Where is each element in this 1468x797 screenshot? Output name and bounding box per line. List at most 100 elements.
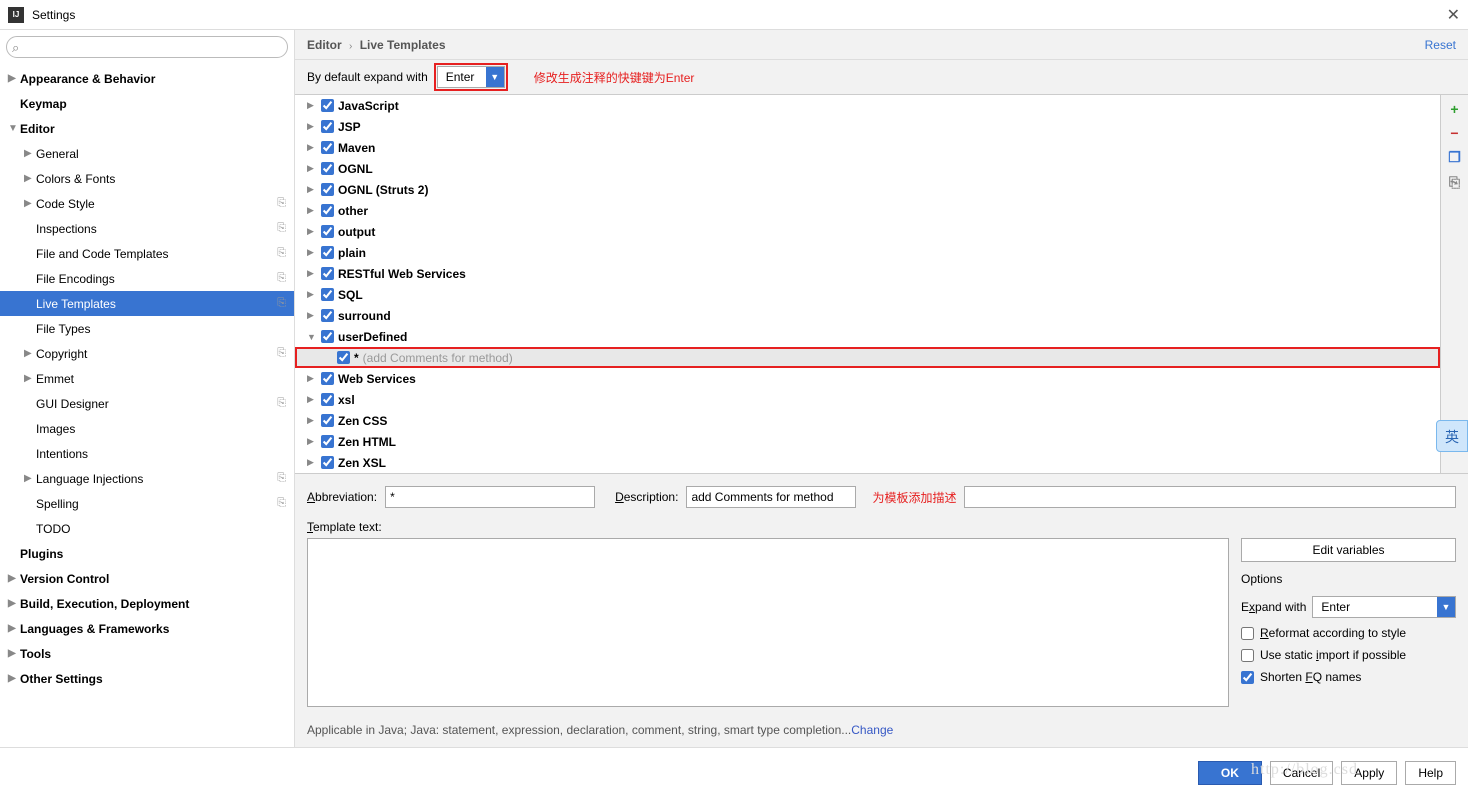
template-label: other (338, 204, 368, 218)
sidebar-item-inspections[interactable]: Inspections⎘ (0, 216, 294, 241)
template-checkbox[interactable] (321, 414, 334, 427)
template-checkbox[interactable] (321, 162, 334, 175)
sidebar-item-appearance-behavior[interactable]: ▶Appearance & Behavior (0, 66, 294, 91)
template-left (307, 538, 1229, 707)
template-checkbox[interactable] (321, 330, 334, 343)
template-checkbox[interactable] (321, 141, 334, 154)
chevron-icon: ▶ (307, 289, 317, 300)
expand-select[interactable]: Enter ▼ (437, 66, 505, 88)
sidebar-item-label: Inspections (36, 222, 97, 236)
crumb-editor[interactable]: Editor (307, 38, 342, 52)
sidebar-item-general[interactable]: ▶General (0, 141, 294, 166)
template-text-input[interactable] (307, 538, 1229, 707)
sidebar-item-emmet[interactable]: ▶Emmet (0, 366, 294, 391)
change-link[interactable]: Change (851, 723, 893, 737)
cancel-button[interactable]: Cancel (1270, 761, 1333, 785)
sidebar-item-file-and-code-templates[interactable]: File and Code Templates⎘ (0, 241, 294, 266)
chevron-icon: ▶ (307, 100, 317, 111)
edit-variables-button[interactable]: Edit variables (1241, 538, 1456, 562)
template-checkbox[interactable] (321, 267, 334, 280)
abbreviation-input[interactable] (385, 486, 595, 508)
template-item--[interactable]: * (add Comments for method) (295, 347, 1440, 368)
template-checkbox[interactable] (321, 120, 334, 133)
sidebar-item-other-settings[interactable]: ▶Other Settings (0, 666, 294, 691)
template-checkbox[interactable] (321, 204, 334, 217)
reset-link[interactable]: Reset (1425, 38, 1456, 52)
sidebar-item-spelling[interactable]: Spelling⎘ (0, 491, 294, 516)
template-item-ognl[interactable]: ▶OGNL (295, 158, 1440, 179)
template-checkbox[interactable] (337, 351, 350, 364)
template-item-web-services[interactable]: ▶Web Services (295, 368, 1440, 389)
sidebar-item-label: Editor (20, 122, 55, 136)
sidebar: ⌕ ▶Appearance & BehaviorKeymap▼Editor▶Ge… (0, 30, 295, 747)
reformat-checkbox[interactable] (1241, 627, 1254, 640)
sidebar-item-file-types[interactable]: File Types (0, 316, 294, 341)
sidebar-item-live-templates[interactable]: Live Templates⎘ (0, 291, 294, 316)
expand-row: By default expand with Enter ▼ 修改生成注释的快键… (295, 60, 1468, 94)
chevron-icon: ▶ (307, 268, 317, 279)
template-item-sql[interactable]: ▶SQL (295, 284, 1440, 305)
search-input[interactable] (6, 36, 288, 58)
template-checkbox[interactable] (321, 435, 334, 448)
template-item-surround[interactable]: ▶surround (295, 305, 1440, 326)
template-text-label-row: Template text: (295, 520, 1468, 538)
sidebar-item-file-encodings[interactable]: File Encodings⎘ (0, 266, 294, 291)
template-checkbox[interactable] (321, 99, 334, 112)
copy-icon[interactable]: ❐ (1448, 149, 1461, 166)
export-icon[interactable]: ⎘ (1449, 174, 1460, 191)
template-item-ognl-struts-2-[interactable]: ▶OGNL (Struts 2) (295, 179, 1440, 200)
template-label: Zen HTML (338, 435, 396, 449)
template-checkbox[interactable] (321, 456, 334, 469)
sidebar-item-build-execution-deployment[interactable]: ▶Build, Execution, Deployment (0, 591, 294, 616)
template-item-zen-xsl[interactable]: ▶Zen XSL (295, 452, 1440, 473)
sidebar-item-languages-frameworks[interactable]: ▶Languages & Frameworks (0, 616, 294, 641)
sidebar-item-intentions[interactable]: Intentions (0, 441, 294, 466)
apply-button[interactable]: Apply (1341, 761, 1397, 785)
add-icon[interactable]: + (1450, 101, 1458, 117)
ime-badge[interactable]: 英 (1436, 420, 1468, 452)
remove-icon[interactable]: − (1450, 125, 1458, 141)
template-item-zen-css[interactable]: ▶Zen CSS (295, 410, 1440, 431)
template-item-plain[interactable]: ▶plain (295, 242, 1440, 263)
template-item-maven[interactable]: ▶Maven (295, 137, 1440, 158)
template-checkbox[interactable] (321, 372, 334, 385)
help-button[interactable]: Help (1405, 761, 1456, 785)
template-item-userdefined[interactable]: ▼userDefined (295, 326, 1440, 347)
template-item-javascript[interactable]: ▶JavaScript (295, 95, 1440, 116)
chevron-icon: ▶ (307, 436, 317, 447)
sidebar-item-colors-fonts[interactable]: ▶Colors & Fonts (0, 166, 294, 191)
list-toolbar: + − ❐ ⎘ (1440, 95, 1468, 473)
sidebar-item-editor[interactable]: ▼Editor (0, 116, 294, 141)
template-item-output[interactable]: ▶output (295, 221, 1440, 242)
sidebar-item-language-injections[interactable]: ▶Language Injections⎘ (0, 466, 294, 491)
template-item-zen-html[interactable]: ▶ Zen HTML (295, 431, 1440, 452)
ok-button[interactable]: OK (1198, 761, 1262, 785)
close-icon[interactable]: ✕ (1447, 5, 1460, 25)
shorten-checkbox[interactable] (1241, 671, 1254, 684)
template-checkbox[interactable] (321, 183, 334, 196)
sidebar-item-tools[interactable]: ▶Tools (0, 641, 294, 666)
chevron-icon: ▼ (8, 123, 20, 134)
sidebar-item-todo[interactable]: TODO (0, 516, 294, 541)
template-checkbox[interactable] (321, 288, 334, 301)
sidebar-item-keymap[interactable]: Keymap (0, 91, 294, 116)
template-checkbox[interactable] (321, 393, 334, 406)
template-checkbox[interactable] (321, 225, 334, 238)
sidebar-item-code-style[interactable]: ▶Code Style⎘ (0, 191, 294, 216)
sidebar-item-images[interactable]: Images (0, 416, 294, 441)
sidebar-item-version-control[interactable]: ▶Version Control (0, 566, 294, 591)
template-item-other[interactable]: ▶other (295, 200, 1440, 221)
description-input-ext[interactable] (964, 486, 1456, 508)
template-checkbox[interactable] (321, 246, 334, 259)
template-checkbox[interactable] (321, 309, 334, 322)
sidebar-item-plugins[interactable]: Plugins (0, 541, 294, 566)
template-item-jsp[interactable]: ▶JSP (295, 116, 1440, 137)
expand-with-select[interactable]: Enter ▼ (1312, 596, 1456, 618)
template-item-xsl[interactable]: ▶xsl (295, 389, 1440, 410)
sidebar-item-copyright[interactable]: ▶Copyright⎘ (0, 341, 294, 366)
sidebar-item-gui-designer[interactable]: GUI Designer⎘ (0, 391, 294, 416)
template-text-label: Template text: (307, 520, 382, 534)
static-import-checkbox[interactable] (1241, 649, 1254, 662)
template-item-restful-web-services[interactable]: ▶RESTful Web Services (295, 263, 1440, 284)
description-input[interactable] (686, 486, 856, 508)
